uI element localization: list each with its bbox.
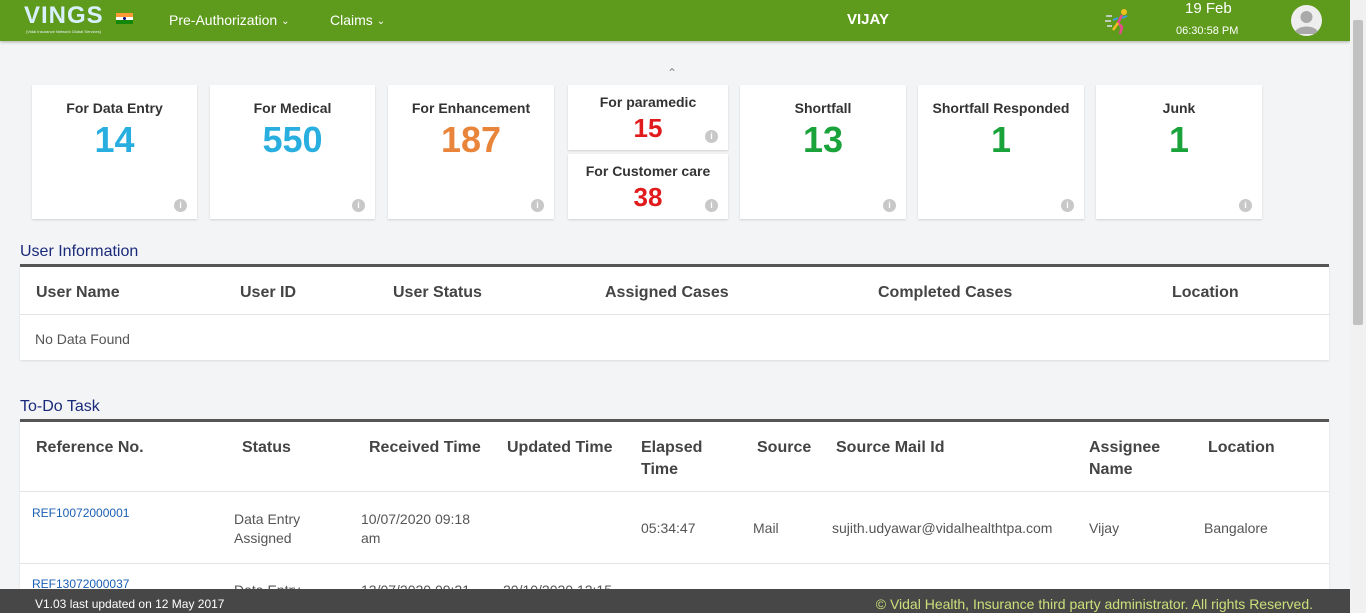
row-divider <box>20 563 1329 564</box>
user-name: VIJAY <box>847 11 889 28</box>
info-icon[interactable]: i <box>705 199 718 212</box>
india-flag-icon <box>116 13 133 24</box>
column-header: Completed Cases <box>878 284 1013 301</box>
location-cell: Bangalore <box>1204 520 1268 536</box>
column-header: Reference No. <box>36 439 144 456</box>
card-value: 187 <box>440 119 502 160</box>
card-for-medical[interactable]: For Medical 550 i <box>210 85 375 219</box>
reference-link[interactable]: REF13072000037 <box>32 575 129 589</box>
reference-link[interactable]: REF10072000001 <box>32 504 129 523</box>
status-cell: Data Entry Assigned <box>234 511 301 546</box>
card-for-enhancement[interactable]: For Enhancement 187 i <box>388 85 554 219</box>
notification-running-icon[interactable] <box>1104 6 1134 36</box>
card-for-data-entry[interactable]: For Data Entry 14 i <box>32 85 197 219</box>
vings-logo[interactable]: VINGS (Vidal Insurance Network Global Se… <box>24 2 108 36</box>
column-header: Location <box>1208 439 1275 456</box>
card-label: For Data Entry <box>66 100 163 116</box>
logo-text: VINGS <box>24 2 104 29</box>
card-for-customer-care[interactable]: For Customer care 38 i <box>568 154 728 219</box>
column-header: Assignee Name <box>1089 439 1161 478</box>
column-header: User ID <box>240 284 297 301</box>
column-header: Source Mail Id <box>836 439 945 456</box>
info-icon[interactable]: i <box>883 199 896 212</box>
card-label: For paramedic <box>599 94 697 110</box>
info-icon[interactable]: i <box>174 199 187 212</box>
column-header: User Name <box>36 284 120 301</box>
info-icon[interactable]: i <box>352 199 365 212</box>
column-header: Received Time <box>369 439 481 456</box>
updated-time-cell: 20/10/2020 12:15 <box>503 581 628 589</box>
nav-pre-authorization[interactable]: Pre-Authorization ⌄ <box>169 12 290 28</box>
assignee-cell: Vijay <box>1089 520 1120 536</box>
current-date: 19 Feb <box>1185 0 1232 17</box>
user-information-title: User Information <box>20 243 139 260</box>
page-scrollbar[interactable] <box>1350 0 1366 613</box>
version-text: V1.03 last updated on 12 May 2017 <box>35 597 225 611</box>
nav-pre-authorization-label: Pre-Authorization <box>169 12 278 28</box>
todo-task-title: To-Do Task <box>20 398 100 415</box>
column-header: Source <box>757 439 812 456</box>
footer: V1.03 last updated on 12 May 2017 © Vida… <box>0 589 1350 613</box>
source-cell: Mail <box>753 520 779 536</box>
empty-state-text: No Data Found <box>35 331 130 347</box>
card-label: Junk <box>1162 100 1196 116</box>
card-label: For Medical <box>253 100 332 116</box>
scrollbar-thumb[interactable] <box>1353 20 1363 325</box>
card-for-paramedic[interactable]: For paramedic 15 i <box>568 85 728 150</box>
user-information-table: User Name User ID User Status Assigned C… <box>20 264 1329 360</box>
info-icon[interactable]: i <box>531 199 544 212</box>
source-mail-cell: sujith.udyawar@vidalhealthtpa.com <box>832 520 1053 536</box>
elapsed-time-cell: 05:34:47 <box>641 520 696 536</box>
card-value: 38 <box>633 182 663 212</box>
card-value: 14 <box>94 119 135 160</box>
info-icon[interactable]: i <box>1239 199 1252 212</box>
nav-claims-label: Claims <box>330 12 373 28</box>
received-time-cell: 13/07/2020 09:21 <box>361 581 486 589</box>
info-icon[interactable]: i <box>705 130 718 143</box>
nav-claims[interactable]: Claims ⌄ <box>330 12 385 28</box>
status-cell: Data Entry <box>234 581 324 589</box>
column-header: User Status <box>393 284 482 301</box>
card-shortfall[interactable]: Shortfall 13 i <box>740 85 906 219</box>
card-label: For Enhancement <box>411 100 531 116</box>
column-header: Updated Time <box>507 439 613 456</box>
card-label: For Customer care <box>585 163 711 179</box>
row-divider <box>20 491 1329 492</box>
info-icon[interactable]: i <box>1061 199 1074 212</box>
row-divider <box>20 314 1329 315</box>
user-avatar[interactable] <box>1291 5 1322 36</box>
todo-task-table: Reference No. Status Received Time Updat… <box>20 419 1329 589</box>
card-label: Shortfall <box>794 100 852 116</box>
card-value: 550 <box>262 119 323 160</box>
card-value: 1 <box>1168 119 1190 160</box>
card-value: 1 <box>990 119 1012 160</box>
column-header: Elapsed Time <box>641 439 703 478</box>
card-junk[interactable]: Junk 1 i <box>1096 85 1262 219</box>
collapse-chevron-up-icon[interactable]: ⌃ <box>667 66 677 80</box>
chevron-down-icon: ⌄ <box>376 16 386 27</box>
card-shortfall-responded[interactable]: Shortfall Responded 1 i <box>918 85 1084 219</box>
chevron-down-icon: ⌄ <box>281 16 290 27</box>
column-header: Location <box>1172 284 1239 301</box>
column-header: Status <box>242 439 291 456</box>
card-value: 13 <box>802 119 844 160</box>
copyright-text: © Vidal Health, Insurance third party ad… <box>875 596 1313 612</box>
logo-subtext: (Vidal Insurance Network Global Services… <box>26 29 102 34</box>
card-value: 15 <box>633 113 663 143</box>
column-header: Assigned Cases <box>605 284 729 301</box>
received-time-cell: 10/07/2020 09:18 am <box>361 511 470 546</box>
top-bar: VINGS (Vidal Insurance Network Global Se… <box>0 0 1350 41</box>
card-label: Shortfall Responded <box>932 100 1070 116</box>
current-time: 06:30:58 PM <box>1176 25 1239 37</box>
